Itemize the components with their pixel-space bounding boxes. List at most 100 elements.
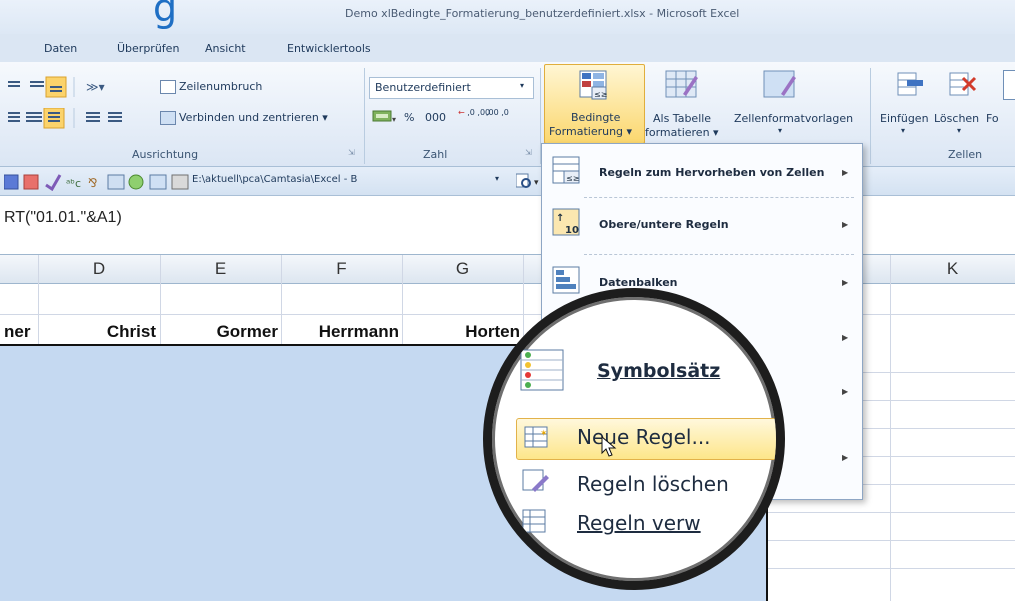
circle-icon[interactable] bbox=[128, 174, 144, 190]
format-as-table-icon bbox=[665, 70, 699, 103]
printer-icon[interactable] bbox=[171, 174, 189, 190]
clear-rules-label[interactable]: Regeln löschen bbox=[577, 472, 729, 496]
cell-header-name[interactable]: ner bbox=[4, 322, 30, 342]
chevron-down-icon: ▾ bbox=[520, 81, 525, 90]
sheet-icon[interactable] bbox=[149, 174, 167, 190]
image-icon[interactable] bbox=[107, 174, 125, 190]
column-header-d[interactable]: D bbox=[38, 259, 160, 279]
path-value: E:\aktuell\pca\Camtasia\Excel - B bbox=[192, 174, 358, 185]
gridline bbox=[768, 540, 1015, 541]
menu-separator bbox=[584, 197, 854, 198]
menu-item-top-bottom-rules[interactable]: ↑ 10 Obere/untere Regeln ▶ bbox=[542, 204, 862, 246]
tab-daten[interactable]: Daten bbox=[44, 42, 77, 55]
align-horizontal-icons[interactable] bbox=[6, 107, 146, 130]
divider bbox=[870, 68, 871, 164]
submenu-arrow-icon: ▶ bbox=[842, 453, 849, 462]
window-title-fragment: g bbox=[153, 0, 178, 30]
column-header-e[interactable]: E bbox=[160, 259, 281, 279]
group-label-ausrichtung: Ausrichtung bbox=[132, 148, 199, 161]
manage-rules-icon bbox=[522, 509, 546, 533]
submenu-arrow-icon: ▶ bbox=[842, 220, 849, 229]
thousands-button[interactable]: 000 bbox=[425, 111, 446, 124]
gridline bbox=[768, 512, 1015, 513]
magnifier-lens: Symbolsätz ✶ Neue Regel... Regeln lösche… bbox=[483, 288, 785, 590]
svg-text:≫▾: ≫▾ bbox=[86, 80, 105, 94]
svg-text:≤≥: ≤≥ bbox=[566, 174, 579, 183]
format-cells-icon bbox=[1003, 70, 1015, 100]
formula-content[interactable]: RT("01.01."&A1) bbox=[4, 209, 122, 227]
column-header-g[interactable]: G bbox=[402, 259, 523, 279]
check-icon[interactable] bbox=[45, 174, 62, 192]
new-rule-label: Neue Regel... bbox=[577, 425, 711, 449]
tab-entwicklertools[interactable]: Entwicklertools bbox=[287, 42, 371, 55]
group-label-zellen: Zellen bbox=[948, 148, 983, 161]
cell-header-name[interactable]: Christ bbox=[40, 322, 156, 342]
cell-styles-dropdown-icon[interactable]: ▾ bbox=[778, 126, 782, 135]
percent-button[interactable]: % bbox=[404, 111, 414, 124]
icon-sets-icon bbox=[520, 349, 564, 391]
format-as-table-line2: formatieren ▾ bbox=[645, 126, 719, 139]
highlight-rules-icon: ≤≥ bbox=[552, 156, 580, 184]
increase-decimal-button[interactable]: ← ,0 ,00 bbox=[458, 108, 490, 117]
top-bottom-rules-icon: ↑ 10 bbox=[552, 208, 580, 236]
merge-dropdown-icon[interactable]: ▾ bbox=[319, 111, 328, 124]
fill-red-icon[interactable] bbox=[23, 174, 39, 190]
svg-text:✶: ✶ bbox=[540, 429, 548, 439]
delete-cells-button[interactable]: Löschen bbox=[934, 112, 979, 125]
currency-button[interactable]: ▾ bbox=[372, 108, 398, 129]
currency-icon: ▾ bbox=[372, 110, 396, 124]
conditional-formatting-icon: ≤≥ bbox=[579, 70, 607, 100]
submenu-arrow-icon: ▶ bbox=[842, 387, 849, 396]
chevron-down-icon[interactable]: ▾ bbox=[495, 174, 499, 183]
cell-header-name[interactable]: Horten bbox=[404, 322, 520, 342]
number-launcher-icon[interactable]: ⇲ bbox=[525, 148, 532, 157]
column-header-k[interactable]: K bbox=[890, 259, 1015, 279]
alignment-launcher-icon[interactable]: ⇲ bbox=[348, 148, 355, 157]
gridline bbox=[768, 568, 1015, 569]
align-top-icons[interactable]: ≫▾ bbox=[6, 76, 146, 98]
cell-styles-icon bbox=[763, 70, 797, 103]
insert-cells-button[interactable]: Einfügen bbox=[880, 112, 929, 125]
icon-sets-label[interactable]: Symbolsätz bbox=[597, 360, 720, 382]
window-title: Demo xlBedingte_Formatierung_benutzerdef… bbox=[345, 7, 740, 20]
path-combobox[interactable]: E:\aktuell\pca\Camtasia\Excel - B ▾ bbox=[192, 171, 512, 190]
cell-styles-button[interactable]: Zellenformatvorlagen bbox=[734, 112, 853, 125]
delete-dropdown-icon[interactable]: ▾ bbox=[957, 126, 961, 135]
submenu-arrow-icon: ▶ bbox=[842, 333, 849, 342]
svg-text:▾: ▾ bbox=[534, 178, 539, 188]
svg-text:↑: ↑ bbox=[556, 213, 564, 224]
decrease-decimal-button[interactable]: ,00 ,0 bbox=[486, 108, 512, 117]
cell-header-name[interactable]: Herrmann bbox=[283, 322, 399, 342]
tab-ansicht[interactable]: Ansicht bbox=[205, 42, 246, 55]
manage-rules-label[interactable]: Regeln verw bbox=[577, 511, 701, 535]
tab-ueberpruefen[interactable]: Überprüfen bbox=[117, 42, 179, 55]
number-format-value: Benutzerdefiniert bbox=[375, 81, 471, 94]
merge-cells-icon bbox=[160, 111, 176, 125]
menu-item-label: Obere/untere Regeln bbox=[599, 218, 729, 231]
new-rule-icon: ✶ bbox=[524, 426, 548, 448]
cell-header-name[interactable]: Gormer bbox=[162, 322, 278, 342]
data-bars-icon bbox=[552, 266, 580, 294]
number-format-select[interactable]: Benutzerdefiniert ▾ bbox=[369, 77, 534, 99]
fill-blue-icon[interactable] bbox=[3, 174, 19, 190]
mouse-cursor-icon bbox=[601, 435, 617, 457]
wrap-text-button[interactable]: Zeilenumbruch bbox=[160, 80, 262, 94]
insert-dropdown-icon[interactable]: ▾ bbox=[901, 126, 905, 135]
conditional-formatting-line1: Bedingte bbox=[571, 111, 621, 124]
brush-icon[interactable]: ⅋ bbox=[88, 176, 97, 190]
insert-cells-icon bbox=[895, 70, 925, 103]
align-buttons-row2 bbox=[6, 107, 146, 133]
menu-item-highlight-rules[interactable]: ≤≥ Regeln zum Hervorheben von Zellen ▶ bbox=[542, 152, 862, 194]
conditional-formatting-line2: Formatierung ▾ bbox=[549, 125, 633, 138]
delete-cells-icon bbox=[947, 70, 979, 103]
spelling-icon[interactable]: ᵃᵇc bbox=[66, 177, 81, 190]
format-as-table-line1: Als Tabelle bbox=[653, 112, 712, 125]
svg-text:▾: ▾ bbox=[392, 115, 396, 124]
menu-item-label: Regeln zum Hervorheben von Zellen bbox=[599, 166, 825, 179]
merge-center-button[interactable]: Verbinden und zentrieren ▾ bbox=[160, 111, 328, 125]
conditional-formatting-button[interactable]: ≤≥ Bedingte Formatierung ▾ bbox=[544, 64, 645, 144]
column-header-f[interactable]: F bbox=[281, 259, 402, 279]
format-cells-button[interactable]: Fo bbox=[986, 112, 999, 125]
format-as-table-button[interactable]: Als Tabelle bbox=[653, 112, 711, 125]
clear-rules-icon bbox=[522, 469, 549, 492]
